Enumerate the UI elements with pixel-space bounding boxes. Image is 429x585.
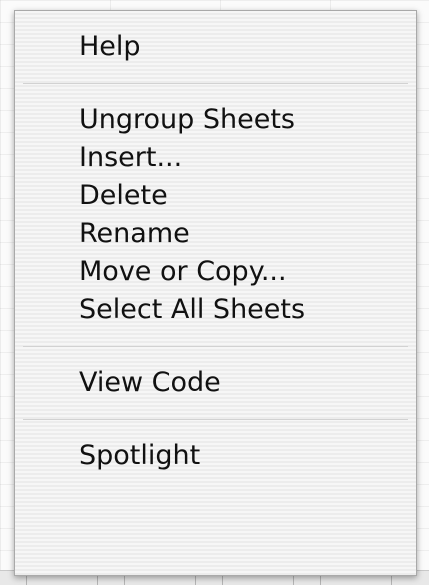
menu-separator bbox=[23, 419, 408, 420]
menu-item-insert[interactable]: Insert... bbox=[15, 139, 416, 177]
sheet-tab-context-menu: Help Ungroup Sheets Insert... Delete Ren… bbox=[14, 10, 417, 576]
menu-item-delete[interactable]: Delete bbox=[15, 177, 416, 215]
menu-item-move-or-copy[interactable]: Move or Copy... bbox=[15, 253, 416, 291]
menu-item-view-code[interactable]: View Code bbox=[15, 364, 416, 402]
menu-item-select-all-sheets[interactable]: Select All Sheets bbox=[15, 291, 416, 329]
menu-item-ungroup-sheets[interactable]: Ungroup Sheets bbox=[15, 101, 416, 139]
menu-separator bbox=[23, 346, 408, 347]
menu-item-rename[interactable]: Rename bbox=[15, 215, 416, 253]
menu-item-help[interactable]: Help bbox=[15, 28, 416, 66]
menu-separator bbox=[23, 83, 408, 84]
menu-item-spotlight[interactable]: Spotlight bbox=[15, 437, 416, 475]
